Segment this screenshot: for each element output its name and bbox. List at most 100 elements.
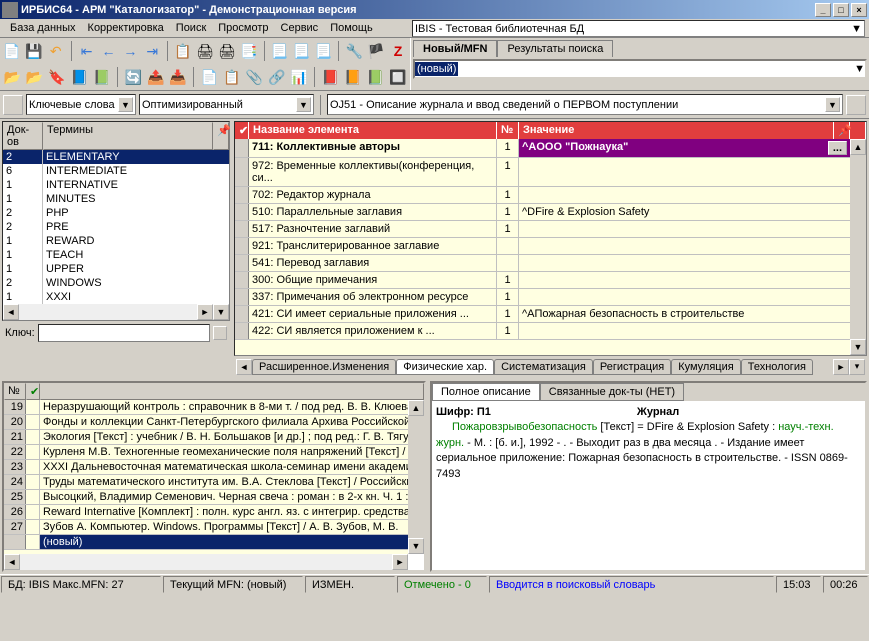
menu-database[interactable]: База данных	[4, 21, 82, 35]
tb2-17[interactable]: 🔲	[388, 66, 408, 88]
tb-first[interactable]: ⇤	[77, 40, 97, 62]
mtab-reg[interactable]: Регистрация	[593, 359, 671, 375]
tb-new[interactable]: 📄	[2, 40, 22, 62]
scroll-down-icon[interactable]: ▼	[850, 339, 866, 355]
tb2-6[interactable]: 🔄	[123, 66, 143, 88]
scroll-right-icon[interactable]: ►	[197, 304, 213, 320]
element-row[interactable]: 510: Параллельные заглавия1^DFire & Expl…	[235, 204, 850, 221]
scroll-right-icon[interactable]: ►	[392, 554, 408, 570]
elem-scrollbar[interactable]: ▲ ▼	[850, 139, 866, 355]
element-row[interactable]: 421: СИ имеет сериальные приложения ...1…	[235, 306, 850, 323]
tb-print2[interactable]: 🖨	[217, 40, 237, 62]
tab-new-mfn[interactable]: Новый/MFN	[413, 40, 497, 57]
tb2-9[interactable]: 📄	[199, 66, 219, 88]
element-row[interactable]: 702: Редактор журнала1	[235, 187, 850, 204]
close-button[interactable]: ×	[851, 3, 867, 17]
tb2-10[interactable]: 📋	[222, 66, 242, 88]
brief-row[interactable]: 25Высоцкий, Владимир Семенович. Черная с…	[4, 490, 408, 505]
tb-doc2[interactable]: 📃	[292, 40, 312, 62]
maximize-button[interactable]: □	[833, 3, 849, 17]
dots-button[interactable]: ...	[828, 141, 847, 155]
mfn-entry[interactable]: (новый) ▼	[413, 59, 867, 79]
tb-flag[interactable]: 🏴	[366, 40, 386, 62]
term-row[interactable]: 1TEACH	[3, 248, 229, 262]
scroll-up-icon[interactable]: ▲	[850, 139, 866, 155]
scroll-down-icon[interactable]: ▼	[213, 304, 229, 320]
element-row[interactable]: 517: Разночтение заглавий1	[235, 221, 850, 238]
mtab-cum[interactable]: Кумуляция	[671, 359, 741, 375]
mode-combo[interactable]: Оптимизированный▼	[139, 94, 314, 115]
element-row[interactable]: 541: Перевод заглавия	[235, 255, 850, 272]
terms-pin-icon[interactable]: 📌	[213, 122, 229, 150]
brief-col-desc[interactable]	[40, 383, 424, 400]
brief-row[interactable]: 22Курленя М.В. Техногенные геомеханическ…	[4, 445, 408, 460]
key-input[interactable]	[38, 324, 210, 342]
tb-undo[interactable]: ↶	[46, 40, 66, 62]
term-row[interactable]: 1REWARD	[3, 234, 229, 248]
ftab-full[interactable]: Полное описание	[432, 383, 540, 401]
term-row[interactable]: 2PHP	[3, 206, 229, 220]
tb-next[interactable]: →	[120, 40, 140, 62]
menu-correction[interactable]: Корректировка	[82, 21, 170, 35]
tb-tool1[interactable]: 🔧	[344, 40, 364, 62]
terms-col-term[interactable]: Термины	[43, 122, 213, 150]
tabs-prev[interactable]: ◄	[236, 359, 252, 375]
dict-button[interactable]	[3, 95, 23, 115]
tb2-2[interactable]: 📂	[24, 66, 44, 88]
element-row[interactable]: 921: Транслитерированное заглавие	[235, 238, 850, 255]
scroll-left-icon[interactable]: ◄	[4, 554, 20, 570]
terms-col-count[interactable]: Док-ов	[3, 122, 43, 150]
element-row[interactable]: 422: СИ является приложением к ...1	[235, 323, 850, 340]
term-row[interactable]: 1INTERNATIVE	[3, 178, 229, 192]
scroll-up-icon[interactable]: ▲	[408, 400, 424, 416]
tb-print1[interactable]: 🖨	[195, 40, 215, 62]
key-go-icon[interactable]	[213, 326, 227, 340]
elem-check-icon[interactable]: ✔	[235, 122, 249, 139]
element-row[interactable]: 711: Коллективные авторы1^AООО "Пожнаука…	[235, 139, 850, 158]
tb-copy[interactable]: 📋	[173, 40, 193, 62]
elem-col-value[interactable]: Значение	[519, 122, 834, 139]
mtab-ext[interactable]: Расширенное.Изменения	[252, 359, 396, 375]
database-select[interactable]: IBIS - Тестовая библиотечная БД ▼	[412, 20, 865, 37]
term-row[interactable]: 6INTERMEDIATE	[3, 164, 229, 178]
tb2-11[interactable]: 📎	[244, 66, 264, 88]
ftab-linked[interactable]: Связанные док-ты (НЕТ)	[540, 383, 684, 401]
term-row[interactable]: 2PRE	[3, 220, 229, 234]
minimize-button[interactable]: _	[815, 3, 831, 17]
brief-col-num[interactable]: №	[4, 383, 26, 400]
brief-row[interactable]: 24Труды математического института им. В.…	[4, 475, 408, 490]
mtab-sys[interactable]: Систематизация	[494, 359, 593, 375]
brief-row[interactable]: (новый)	[4, 535, 408, 550]
tb-prev[interactable]: ←	[99, 40, 119, 62]
tb2-5[interactable]: 📗	[92, 66, 112, 88]
tb2-3[interactable]: 🔖	[47, 66, 67, 88]
tb2-4[interactable]: 📘	[69, 66, 89, 88]
brief-scrollbar-v[interactable]: ▲ ▼	[408, 400, 424, 554]
brief-row[interactable]: 26Reward Internative [Комплект] : полн. …	[4, 505, 408, 520]
tb-doc1[interactable]: 📃	[270, 40, 290, 62]
element-row[interactable]: 300: Общие примечания1	[235, 272, 850, 289]
dropdown-icon[interactable]: ▼	[854, 63, 865, 75]
brief-row[interactable]: 19Неразрушающий контроль : справочник в …	[4, 400, 408, 415]
scroll-left-icon[interactable]: ◄	[3, 304, 19, 320]
brief-row[interactable]: 20Фонды и коллекции Санкт-Петербургского…	[4, 415, 408, 430]
term-row[interactable]: 1XXXI	[3, 290, 229, 304]
mtab-tech[interactable]: Технология	[741, 359, 813, 375]
tb-last[interactable]: ⇥	[142, 40, 162, 62]
tb2-1[interactable]: 📂	[2, 66, 22, 88]
brief-col-check[interactable]: ✔	[26, 383, 40, 400]
term-row[interactable]: 2ELEMENTARY	[3, 150, 229, 164]
elem-pin-icon[interactable]: 📌	[834, 122, 850, 139]
menu-search[interactable]: Поиск	[170, 21, 212, 35]
term-row[interactable]: 1UPPER	[3, 262, 229, 276]
tb2-12[interactable]: 🔗	[266, 66, 286, 88]
element-row[interactable]: 972: Временные коллективы(конференция, с…	[235, 158, 850, 187]
worksheet-combo[interactable]: OJ51 - Описание журнала и ввод сведений …	[327, 94, 843, 115]
elem-col-name[interactable]: Название элемента	[249, 122, 497, 139]
menu-view[interactable]: Просмотр	[212, 21, 274, 35]
brief-row[interactable]: 23XXXI Дальневосточная математическая шк…	[4, 460, 408, 475]
tb2-7[interactable]: 📤	[145, 66, 165, 88]
keywords-combo[interactable]: Ключевые слова▼	[26, 94, 136, 115]
tabs-more[interactable]: ▾	[849, 359, 865, 375]
tb2-13[interactable]: 📊	[289, 66, 309, 88]
